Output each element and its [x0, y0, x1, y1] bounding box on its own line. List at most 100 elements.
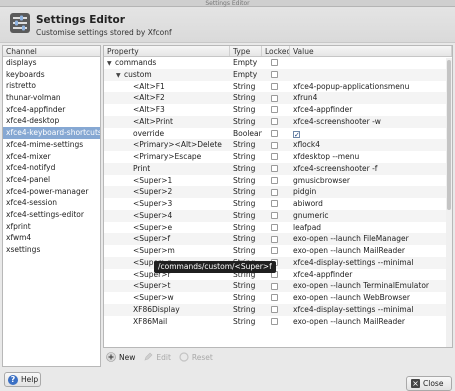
channel-list[interactable]: Channel displays keyboards ristretto thunar… [2, 45, 101, 367]
locked-checkbox[interactable] [271, 129, 278, 137]
property-row[interactable]: override Boolean ✓ [104, 128, 452, 140]
property-row[interactable]: <Super>2 String pidgin [104, 186, 452, 198]
channel-item[interactable]: keyboards [3, 69, 100, 81]
property-row[interactable]: <Alt>F1 String xfce4-popup-applicationsmen… [104, 81, 452, 93]
property-row[interactable]: XF86Display String xfce4-display-settings … [104, 303, 452, 316]
property-value[interactable]: leafpad [290, 222, 452, 234]
property-value[interactable]: xflock4 [290, 139, 452, 151]
property-row[interactable]: <Alt>F3 String xfce4-appfinder [104, 104, 452, 116]
property-row[interactable]: ▼ commands Empty [104, 57, 452, 69]
locked-checkbox[interactable] [271, 141, 278, 149]
channel-item[interactable]: xfce4-settings-editor [3, 209, 100, 221]
expander-icon[interactable]: ▼ [116, 70, 124, 81]
locked-checkbox[interactable] [271, 59, 278, 67]
property-value[interactable]: xfce4-display-settings --minimal [290, 257, 452, 269]
property-row[interactable]: <Super>w String exo-open --launch WebBrows… [104, 292, 452, 304]
reset-button[interactable]: Reset [179, 352, 213, 362]
locked-checkbox[interactable] [271, 317, 278, 325]
locked-checkbox[interactable] [271, 118, 278, 126]
property-row[interactable]: <Super>f String exo-open --launch FileMana… [104, 233, 452, 245]
property-value[interactable]: exo-open --launch MailReader [290, 245, 452, 257]
property-row[interactable]: <Super>t String exo-open --launch Terminal… [104, 280, 452, 292]
locked-checkbox[interactable] [271, 153, 278, 161]
property-value[interactable]: xfce4-display-settings --minimal [290, 304, 452, 316]
property-value[interactable]: xfce4-popup-applicationsmenu [290, 81, 452, 93]
boolean-value-checkbox[interactable]: ✓ [293, 130, 300, 138]
locked-checkbox[interactable] [271, 306, 278, 314]
channel-item[interactable]: xfce4-mime-settings [3, 139, 100, 151]
channel-item[interactable]: displays [3, 57, 100, 69]
property-row[interactable]: <Super>1 String gmusicbrowser [104, 175, 452, 187]
property-value[interactable]: xfrun4 [290, 92, 452, 104]
property-value[interactable]: xfce4-screenshooter -w [290, 116, 452, 128]
column-header-property[interactable]: Property [104, 46, 230, 56]
property-row[interactable]: <Super>3 String abiword [104, 198, 452, 210]
property-row[interactable]: Print String xfce4-screenshooter -f [104, 162, 452, 175]
locked-checkbox[interactable] [271, 282, 278, 290]
channel-item[interactable]: xfce4-notifyd [3, 162, 100, 174]
channel-item[interactable]: xfce4-session [3, 197, 100, 209]
column-header-locked[interactable]: Locked [262, 46, 290, 56]
column-header-type[interactable]: Type [230, 46, 262, 56]
locked-checkbox[interactable] [271, 82, 278, 90]
channel-item[interactable]: ristretto [3, 80, 100, 92]
property-name: <Super>4 [133, 210, 173, 220]
property-value[interactable]: abiword [290, 198, 452, 210]
property-value[interactable]: ✓ [290, 128, 452, 140]
property-row[interactable]: <Primary><Alt>Delete String xflock4 [104, 139, 452, 151]
property-value[interactable] [290, 57, 452, 69]
channel-item[interactable]: xfce4-desktop [3, 115, 100, 127]
close-button[interactable]: × Close [406, 376, 452, 391]
vertical-scrollbar[interactable] [446, 58, 452, 347]
locked-checkbox[interactable] [271, 165, 278, 173]
channel-item[interactable]: xfwm4 [3, 232, 100, 244]
locked-checkbox[interactable] [271, 212, 278, 220]
property-value[interactable] [290, 69, 452, 81]
locked-checkbox[interactable] [271, 223, 278, 231]
channel-item[interactable]: xfprint [3, 221, 100, 233]
locked-checkbox[interactable] [271, 71, 278, 79]
property-row[interactable]: ▼ custom Empty [104, 68, 452, 81]
channel-item[interactable]: xfce4-power-manager [3, 186, 100, 198]
locked-checkbox[interactable] [271, 176, 278, 184]
channel-item[interactable]: thunar-volman [3, 92, 100, 104]
property-row[interactable]: <Alt>Print String xfce4-screenshooter -w [104, 115, 452, 128]
locked-checkbox[interactable] [271, 188, 278, 196]
locked-checkbox[interactable] [271, 235, 278, 243]
property-value[interactable]: exo-open --launch WebBrowser [290, 292, 452, 304]
locked-checkbox[interactable] [271, 200, 278, 208]
property-value[interactable]: exo-open --launch MailReader [290, 316, 452, 328]
new-button[interactable]: New [106, 352, 135, 362]
channel-column-header[interactable]: Channel [3, 46, 100, 57]
channel-item[interactable]: xfce4-panel [3, 174, 100, 186]
property-value[interactable]: xfdesktop --menu [290, 151, 452, 163]
property-value[interactable]: xfce4-appfinder [290, 104, 452, 116]
property-row[interactable]: <Super>m String exo-open --launch MailRead… [104, 245, 452, 257]
property-row[interactable]: <Alt>F2 String xfrun4 [104, 92, 452, 104]
channel-item[interactable]: xfce4-mixer [3, 151, 100, 163]
property-row[interactable]: XF86Mail String exo-open --launch MailRead… [104, 316, 452, 328]
property-tree[interactable]: Property Type Locked Value ▼ commands Empt… [103, 45, 453, 348]
property-value[interactable]: gmusicbrowser [290, 175, 452, 187]
help-button[interactable]: ? Help [4, 372, 41, 387]
property-value[interactable]: xfce4-appfinder [290, 269, 452, 281]
property-row[interactable]: <Super>4 String gnumeric [104, 209, 452, 222]
edit-button[interactable]: Edit [143, 352, 171, 362]
locked-checkbox[interactable] [271, 94, 278, 102]
locked-checkbox[interactable] [271, 247, 278, 255]
locked-checkbox[interactable] [271, 106, 278, 114]
property-value[interactable]: pidgin [290, 186, 452, 198]
channel-item[interactable]: xfce4-appfinder [3, 104, 100, 116]
property-row[interactable]: <Super>e String leafpad [104, 222, 452, 234]
locked-checkbox[interactable] [271, 294, 278, 302]
channel-item[interactable]: xfce4-keyboard-shortcuts [3, 127, 100, 139]
property-value[interactable]: exo-open --launch TerminalEmulator [290, 280, 452, 292]
channel-item[interactable]: xsettings [3, 244, 100, 256]
property-row[interactable]: <Primary>Escape String xfdesktop --menu [104, 151, 452, 163]
column-header-value[interactable]: Value [290, 46, 452, 56]
property-value[interactable]: gnumeric [290, 210, 452, 222]
property-value[interactable]: exo-open --launch FileManager [290, 233, 452, 245]
expander-icon[interactable]: ▼ [107, 58, 115, 69]
scrollbar-thumb[interactable] [447, 60, 451, 210]
property-value[interactable]: xfce4-screenshooter -f [290, 163, 452, 175]
